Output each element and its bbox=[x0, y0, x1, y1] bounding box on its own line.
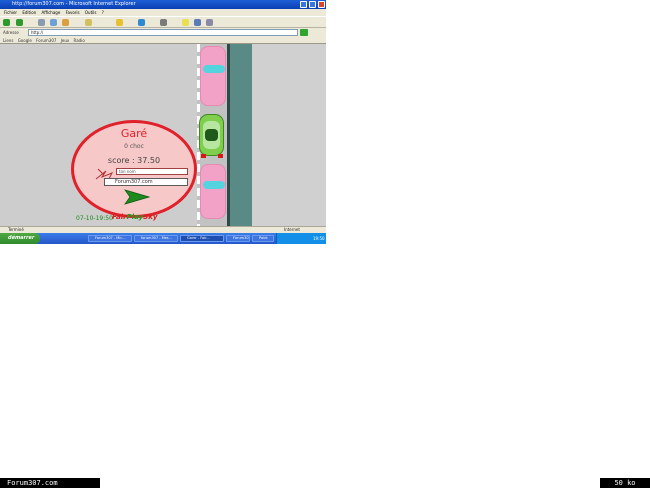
car-window bbox=[203, 65, 225, 73]
result-bubble: Garé 0 choc score : 37.50 ton nom Forum3… bbox=[71, 120, 197, 218]
back-icon[interactable] bbox=[3, 19, 10, 26]
links-bar: Liens Google Forum307 Jeux Radio bbox=[0, 37, 326, 44]
logo-part: Sky bbox=[143, 213, 158, 221]
status-bar: Terminé Internet bbox=[0, 226, 326, 233]
player-car[interactable] bbox=[199, 114, 224, 158]
taskbar: démarrer Forum307 - Mic... forum307 - Me… bbox=[0, 233, 326, 244]
road bbox=[230, 44, 252, 226]
menu-help[interactable]: ? bbox=[102, 10, 104, 15]
footer-size: 50 ko bbox=[600, 478, 650, 488]
car-roof bbox=[205, 129, 218, 141]
favorites-icon[interactable] bbox=[116, 19, 123, 26]
maximize-button[interactable] bbox=[309, 1, 316, 8]
parked-car-rear bbox=[200, 164, 226, 219]
menu-edit[interactable]: Edition bbox=[22, 10, 36, 15]
footer-site: Forum307.com bbox=[0, 478, 100, 488]
logo-part: Fair bbox=[112, 213, 127, 221]
menu-view[interactable]: Affichage bbox=[41, 10, 60, 15]
taskbar-item[interactable]: Paint bbox=[252, 235, 274, 242]
taskbar-item[interactable]: Forum307 - Mic... bbox=[88, 235, 132, 242]
stop-icon[interactable] bbox=[38, 19, 45, 26]
website-input[interactable]: Forum307.com bbox=[104, 178, 188, 186]
mail-icon[interactable] bbox=[194, 19, 201, 26]
system-tray: 19:50 bbox=[276, 233, 326, 244]
menu-favorites[interactable]: Favoris bbox=[66, 10, 80, 15]
link-item[interactable]: Google bbox=[18, 38, 32, 43]
history-icon[interactable] bbox=[160, 19, 167, 26]
home-icon[interactable] bbox=[62, 19, 69, 26]
folder-icon[interactable] bbox=[182, 19, 189, 26]
browser-toolbar bbox=[0, 16, 326, 28]
menu-tools[interactable]: Outils bbox=[85, 10, 97, 15]
logo-part: Play bbox=[126, 213, 144, 221]
clock: 19:50 bbox=[313, 236, 325, 241]
play-arrow-icon[interactable] bbox=[124, 189, 150, 205]
name-input[interactable]: ton nom bbox=[116, 168, 188, 175]
crash-count: 0 choc bbox=[124, 143, 144, 150]
link-item[interactable]: Forum307 bbox=[36, 38, 56, 43]
link-item[interactable]: Jeux bbox=[61, 38, 70, 43]
game-margin bbox=[252, 44, 326, 226]
print-icon[interactable] bbox=[206, 19, 213, 26]
result-title: Garé bbox=[120, 127, 148, 140]
fairplay-logo[interactable]: FairPlaySky bbox=[112, 213, 157, 221]
car-window bbox=[203, 181, 225, 189]
taskbar-item[interactable]: Garer - Fair... bbox=[180, 235, 224, 242]
go-button[interactable] bbox=[300, 29, 308, 36]
tail-light bbox=[201, 154, 206, 158]
refresh-icon[interactable] bbox=[50, 19, 57, 26]
screenshot-area: http://forum307.com - Microsoft Internet… bbox=[0, 0, 326, 244]
menu-file[interactable]: Fichier bbox=[4, 10, 17, 15]
timestamp: 07-10-19:50 bbox=[76, 215, 113, 222]
forward-icon[interactable] bbox=[16, 19, 23, 26]
address-bar: Adresse http:// bbox=[0, 28, 326, 37]
minimize-button[interactable] bbox=[300, 1, 307, 8]
media-icon[interactable] bbox=[138, 19, 145, 26]
close-button[interactable] bbox=[318, 1, 325, 8]
taskbar-item[interactable]: forum307 - Mes... bbox=[134, 235, 178, 242]
search-icon[interactable] bbox=[85, 19, 92, 26]
parked-car-front bbox=[200, 46, 226, 106]
links-label: Liens bbox=[3, 38, 14, 43]
score-text: score : 37.50 bbox=[107, 156, 161, 165]
address-label: Adresse bbox=[3, 30, 19, 35]
browser-titlebar: http://forum307.com - Microsoft Internet… bbox=[0, 0, 326, 9]
link-item[interactable]: Radio bbox=[74, 38, 85, 43]
tail-light bbox=[218, 154, 223, 158]
menu-bar: Fichier Edition Affichage Favoris Outils… bbox=[0, 9, 326, 16]
start-button[interactable]: démarrer bbox=[0, 233, 40, 244]
address-input[interactable]: http:// bbox=[28, 29, 298, 36]
taskbar-item[interactable]: Forum307 jeu... bbox=[226, 235, 250, 242]
window-title: http://forum307.com - Microsoft Internet… bbox=[12, 1, 136, 7]
